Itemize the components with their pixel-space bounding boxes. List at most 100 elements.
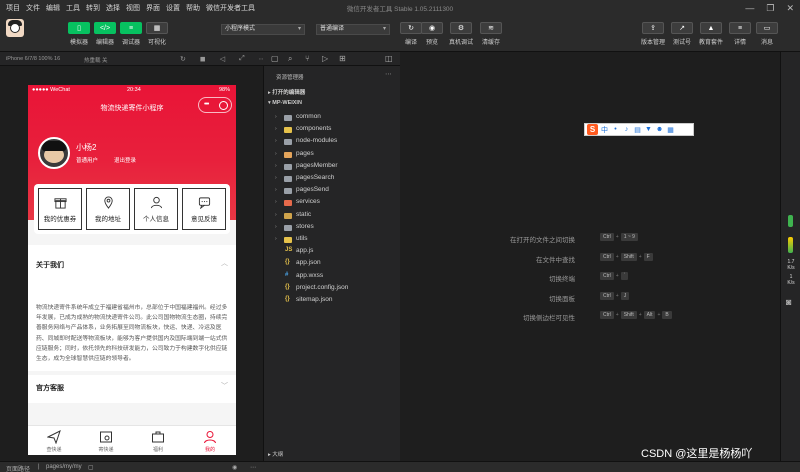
tree-folder[interactable]: › stores	[264, 222, 401, 234]
tree-folder[interactable]: › utils	[264, 234, 401, 246]
tree-file[interactable]: JS app.js	[264, 246, 401, 258]
tree-file[interactable]: # app.wxss	[264, 271, 401, 283]
debugger-label: 调试器	[121, 40, 140, 46]
menu-item[interactable]: 转到	[86, 5, 100, 12]
emoji-icon[interactable]: ☻	[655, 126, 664, 133]
keycap: F	[643, 252, 653, 261]
shirt-icon[interactable]: ▼	[644, 126, 653, 133]
profile-item[interactable]: 个人信息	[134, 188, 178, 230]
split-icon[interactable]: ◫	[385, 54, 393, 63]
messages-button[interactable]: ▭ 消息	[750, 22, 784, 46]
folder-icon	[284, 151, 292, 158]
refresh-icon[interactable]: ↻	[180, 55, 186, 63]
microphone-icon[interactable]: ♪	[622, 126, 631, 133]
tree-file[interactable]: {} sitemap.json	[264, 295, 401, 307]
about-text: 物流快递寄件系统年成立于福建省福州市，总部位于中国福建福州。经过多年发展，已成为…	[36, 305, 228, 363]
outline-section[interactable]: ▸ 大纲	[268, 450, 283, 458]
more-dots-icon[interactable]: •••	[204, 101, 209, 108]
ime-language[interactable]: 中	[600, 125, 609, 135]
separator-icon: |	[38, 464, 40, 470]
visual-label: 可视化	[147, 40, 166, 46]
tab-welfare[interactable]: 福利	[132, 426, 184, 455]
close-icon[interactable]: ✕	[786, 2, 794, 14]
menu-item[interactable]: 帮助	[186, 5, 200, 12]
compile-select[interactable]: 普通编译 ▾	[316, 24, 390, 35]
keycap: Alt	[643, 311, 656, 319]
search-icon[interactable]: ⌕	[288, 54, 292, 64]
extensions-icon[interactable]: ⊞	[339, 54, 346, 63]
ime-toolbar: S 中 • ♪ ▤ ▼ ☻ ▦	[584, 123, 694, 136]
test-account-label: 测试号	[672, 40, 691, 46]
remote-debug-button[interactable]: ⚙ 真机调试	[444, 22, 478, 46]
avatar[interactable]	[38, 137, 70, 169]
menu-item[interactable]: 界面	[146, 5, 160, 12]
open-editors-section[interactable]: ▸ 打开的编辑器	[268, 88, 305, 96]
menu-item[interactable]: 微信开发者工具	[206, 5, 255, 12]
expand-icon[interactable]: ⤢	[239, 55, 245, 63]
menu-item[interactable]: 编辑	[46, 5, 60, 12]
user-avatar[interactable]	[6, 19, 24, 37]
page-path[interactable]: pages/my/my	[46, 464, 82, 470]
mode-select[interactable]: 小程序模式 ▾	[221, 24, 305, 35]
tree-folder[interactable]: › pagesSearch	[264, 173, 401, 185]
tree-folder[interactable]: › services	[264, 197, 401, 209]
menu-item[interactable]: 视图	[126, 5, 140, 12]
coupon-item[interactable]: 我的优惠券	[38, 188, 82, 230]
menu-item[interactable]: 工具	[66, 5, 80, 12]
menu-item[interactable]: 文件	[26, 5, 40, 12]
upload-unit: K/s	[787, 265, 795, 271]
debug-run-icon[interactable]: ▷	[322, 54, 328, 63]
tree-folder[interactable]: › pagesSend	[264, 185, 401, 197]
shortcut-label: 切换终端	[549, 276, 575, 283]
address-item[interactable]: 我的地址	[86, 188, 130, 230]
tab-send[interactable]: 寄快递	[80, 426, 132, 455]
menu-item[interactable]: 项目	[6, 5, 20, 12]
tree-folder[interactable]: › static	[264, 210, 401, 222]
tree-folder[interactable]: › common	[264, 112, 401, 124]
file-icon[interactable]: ▢	[88, 464, 94, 471]
explorer-panel: 资源管理器 ⋯ ▸ 打开的编辑器 ▾ MP-WEIXIN › common › com…	[263, 66, 400, 461]
more-icon[interactable]: ⋯	[250, 464, 256, 471]
close-ring-icon[interactable]	[219, 101, 228, 110]
tab-mine[interactable]: 我的	[184, 426, 236, 455]
visual-button[interactable]: ▦ 可视化	[140, 22, 174, 46]
logout-link[interactable]: 退出登录	[114, 156, 136, 164]
page-path-label[interactable]: 页面路径	[6, 464, 30, 472]
project-section[interactable]: ▾ MP-WEIXIN	[268, 100, 302, 106]
more-icon[interactable]: ⋯	[385, 70, 392, 78]
preview-label: 预览	[425, 40, 438, 46]
source-control-icon[interactable]: ⑂	[305, 54, 310, 63]
grid-icon[interactable]: ▦	[666, 126, 675, 134]
maximize-icon[interactable]: ❐	[766, 2, 774, 14]
hot-reload-toggle[interactable]: 热重载 关	[84, 56, 108, 64]
stop-icon[interactable]: ◼	[200, 55, 206, 63]
tree-folder[interactable]: › components	[264, 124, 401, 136]
tree-file[interactable]: {} project.config.json	[264, 283, 401, 295]
camera-icon[interactable]: ◙	[786, 297, 791, 307]
tab-track[interactable]: 查快递	[28, 426, 80, 455]
chevron-up-icon[interactable]: ︿	[221, 258, 228, 268]
folder-name: components	[296, 125, 332, 133]
files-icon[interactable]: ▢	[271, 54, 279, 63]
tree-folder[interactable]: › pages	[264, 149, 401, 161]
clear-cache-button[interactable]: ≋ 清缓存	[474, 22, 508, 46]
menu-item[interactable]: 设置	[166, 5, 180, 12]
device-select[interactable]: iPhone 6/7/8 100% 16	[6, 56, 60, 62]
feedback-item[interactable]: 意见反馈	[182, 188, 226, 230]
tree-folder[interactable]: › pagesMember	[264, 161, 401, 173]
keyboard-icon[interactable]: ▤	[633, 126, 642, 134]
about-title[interactable]: 关于我们	[36, 260, 64, 270]
tree-folder[interactable]: › node-modules	[264, 136, 401, 148]
tree-file[interactable]: {} app.json	[264, 258, 401, 270]
minimize-icon[interactable]: —	[745, 2, 754, 14]
mute-icon[interactable]: ◁	[220, 55, 225, 63]
menu-item[interactable]: 选择	[106, 5, 120, 12]
capsule-menu[interactable]: •••	[198, 97, 232, 113]
sogou-logo-icon[interactable]: S	[587, 124, 598, 135]
service-title[interactable]: 官方客服	[36, 383, 64, 393]
punctuation-icon[interactable]: •	[611, 126, 620, 133]
chevron-down-icon[interactable]: ﹀	[221, 381, 228, 391]
eye-icon[interactable]: ◉	[232, 464, 237, 471]
user-meta: 普通用户 退出登录	[76, 156, 136, 164]
phone-icon: ▯	[68, 22, 90, 34]
